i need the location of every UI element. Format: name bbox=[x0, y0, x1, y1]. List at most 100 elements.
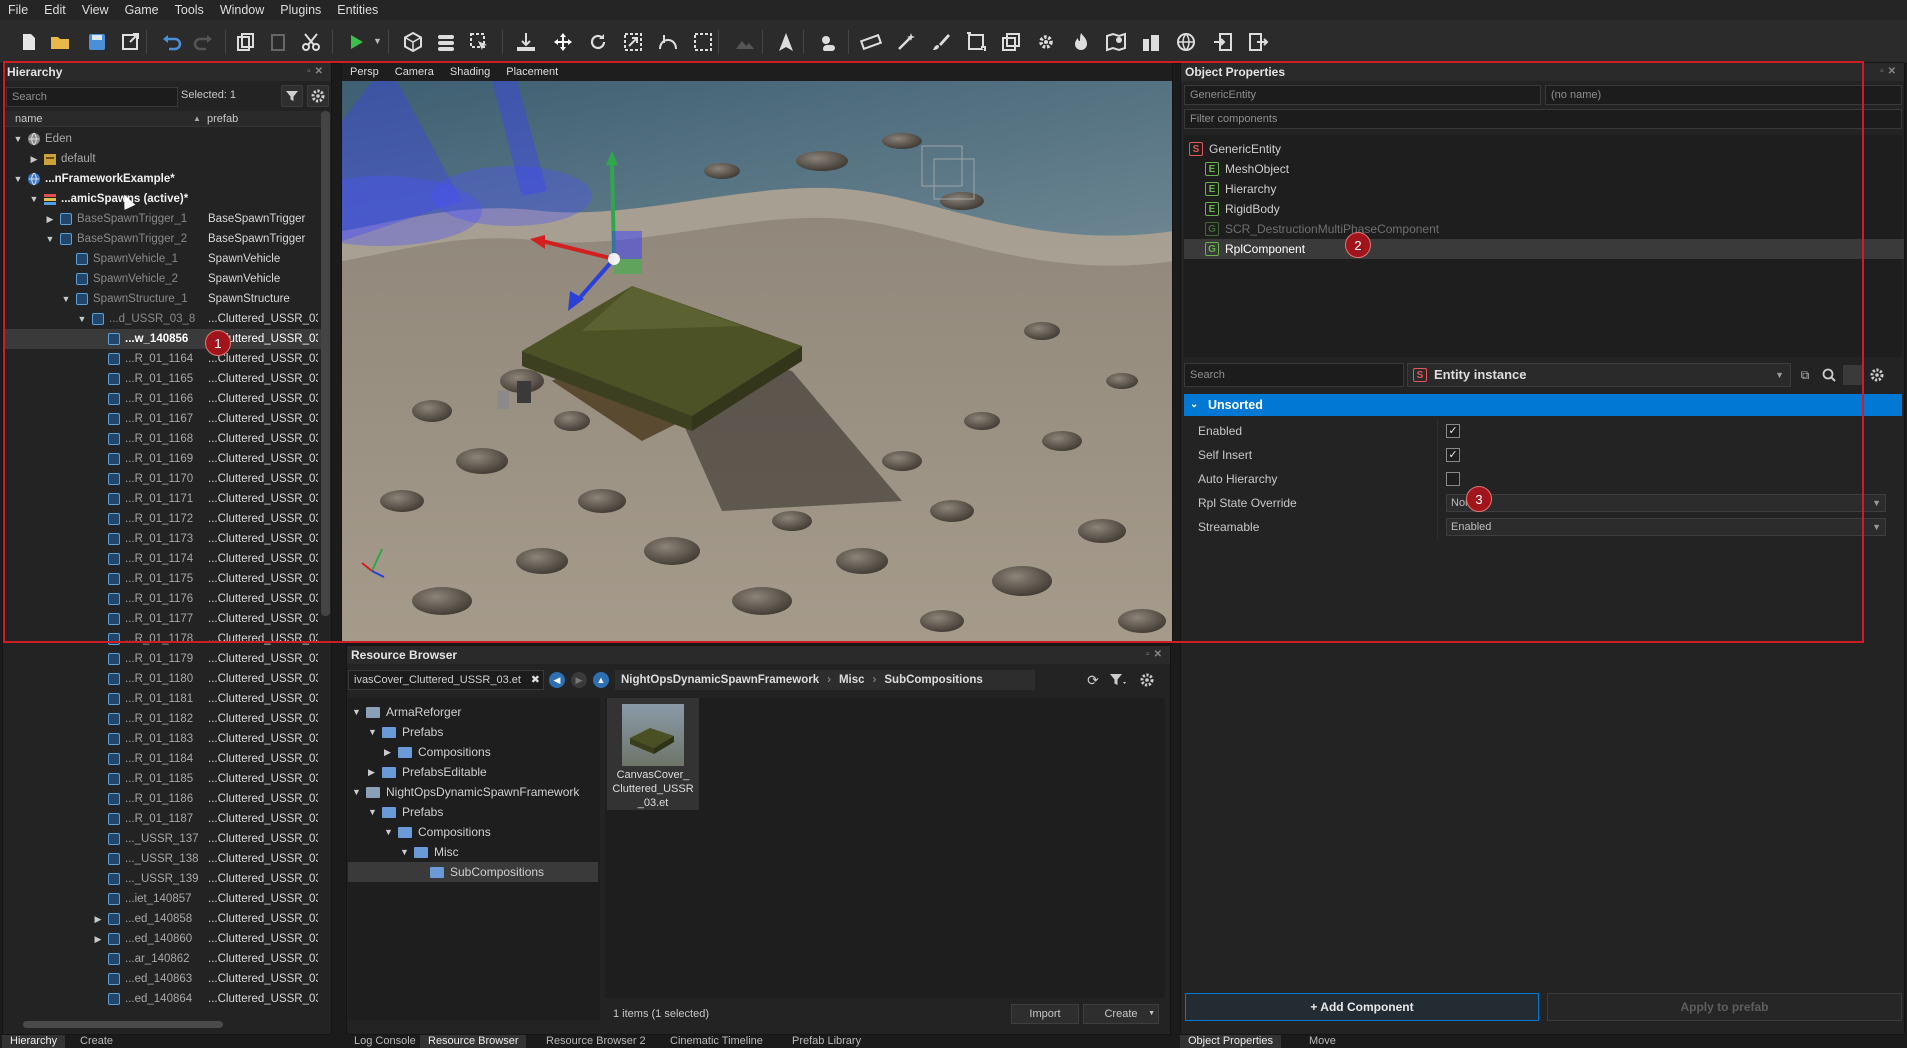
hierarchy-row[interactable]: ▼ ...nFrameworkExample* bbox=[3, 169, 321, 189]
hierarchy-row[interactable]: ...R_01_1183 ...Cluttered_USSR_03 bbox=[3, 729, 321, 749]
hierarchy-row[interactable]: ...iet_140857 ...Cluttered_USSR_03 bbox=[3, 889, 321, 909]
hierarchy-row[interactable]: ..._USSR_138 ...Cluttered_USSR_03 bbox=[3, 849, 321, 869]
menu-edit[interactable]: Edit bbox=[36, 3, 74, 17]
settings-gear-icon[interactable] bbox=[1137, 670, 1157, 690]
panel-window-buttons[interactable]: ▫✕ bbox=[1146, 646, 1166, 664]
hierarchy-row[interactable]: ..._USSR_137 ...Cluttered_USSR_03 bbox=[3, 829, 321, 849]
hierarchy-row[interactable]: ...R_01_1181 ...Cluttered_USSR_03 bbox=[3, 689, 321, 709]
menu-window[interactable]: Window bbox=[212, 3, 272, 17]
chevron-right-icon[interactable]: ▶ bbox=[29, 149, 39, 169]
prefab-icon[interactable] bbox=[998, 29, 1024, 55]
bottom-tab-log-console[interactable]: Log Console bbox=[346, 1035, 424, 1048]
properties-search-input[interactable]: Search bbox=[1184, 363, 1404, 387]
chevron-right-icon[interactable]: ▶ bbox=[45, 209, 55, 229]
folder-tree-item[interactable]: ▶ Compositions bbox=[348, 742, 598, 762]
hierarchy-search-input[interactable]: Search bbox=[6, 87, 178, 107]
unsorted-section-header[interactable]: ⌄ Unsorted bbox=[1184, 394, 1902, 416]
component-row[interactable]: G RplComponent bbox=[1184, 239, 1904, 259]
viewport-tab-camera[interactable]: Camera bbox=[387, 63, 442, 81]
chevron-down-icon[interactable]: ▼ bbox=[352, 782, 361, 802]
hierarchy-row[interactable]: SpawnVehicle_1 SpawnVehicle bbox=[3, 249, 321, 269]
chevron-right-icon[interactable]: ▶ bbox=[368, 762, 375, 782]
menu-entities[interactable]: Entities bbox=[329, 3, 386, 17]
hierarchy-row[interactable]: ...R_01_1166 ...Cluttered_USSR_03 bbox=[3, 389, 321, 409]
folder-tree-item[interactable]: ▼ NightOpsDynamicSpawnFramework bbox=[348, 782, 598, 802]
chevron-down-icon[interactable]: ▼ bbox=[77, 309, 87, 329]
chevron-down-icon[interactable]: ▼ bbox=[13, 129, 23, 149]
folder-tree-item[interactable]: SubCompositions bbox=[348, 862, 598, 882]
export-icon[interactable] bbox=[117, 29, 143, 55]
apply-to-prefab-button[interactable]: Apply to prefab bbox=[1547, 993, 1902, 1021]
import-icon[interactable] bbox=[1210, 29, 1236, 55]
filter-icon[interactable] bbox=[281, 85, 303, 107]
hierarchy-row[interactable]: ▼ Eden bbox=[3, 129, 321, 149]
component-row[interactable]: S GenericEntity bbox=[1184, 139, 1904, 159]
save-icon[interactable] bbox=[84, 29, 110, 55]
panel-window-buttons[interactable]: ▫✕ bbox=[1880, 63, 1900, 81]
bottom-tab-resource-browser[interactable]: Resource Browser bbox=[420, 1035, 527, 1048]
panel-window-buttons[interactable]: ▫✕ bbox=[307, 63, 327, 81]
fire-icon[interactable] bbox=[1068, 29, 1094, 55]
hierarchy-row[interactable]: ▶ default bbox=[3, 149, 321, 169]
hierarchy-row[interactable]: ...R_01_1165 ...Cluttered_USSR_03 bbox=[3, 369, 321, 389]
hierarchy-row[interactable]: ▶ ...ed_140858 ...Cluttered_USSR_03 bbox=[3, 909, 321, 929]
menu-view[interactable]: View bbox=[74, 3, 117, 17]
property-checkbox[interactable] bbox=[1446, 472, 1460, 486]
measure-icon[interactable] bbox=[858, 29, 884, 55]
import-button[interactable]: Import bbox=[1011, 1004, 1079, 1024]
entity-instance-select[interactable]: S Entity instance ▼ bbox=[1407, 363, 1791, 387]
settings-gear-icon[interactable] bbox=[307, 85, 329, 107]
breadcrumb-item[interactable]: Misc bbox=[833, 674, 871, 686]
hierarchy-row[interactable]: ...R_01_1179 ...Cluttered_USSR_03 bbox=[3, 649, 321, 669]
filter-icon[interactable] bbox=[1107, 670, 1131, 690]
menu-game[interactable]: Game bbox=[117, 3, 167, 17]
hierarchy-row[interactable]: ...R_01_1187 ...Cluttered_USSR_03 bbox=[3, 809, 321, 829]
hierarchy-row[interactable]: ...ar_140862 ...Cluttered_USSR_03 bbox=[3, 949, 321, 969]
hierarchy-row[interactable]: ...R_01_1175 ...Cluttered_USSR_03 bbox=[3, 569, 321, 589]
chevron-down-icon[interactable]: ▼ bbox=[13, 169, 23, 189]
hierarchy-row[interactable]: ...R_01_1182 ...Cluttered_USSR_03 bbox=[3, 709, 321, 729]
bottom-tab-resource-browser-2[interactable]: Resource Browser 2 bbox=[538, 1035, 654, 1048]
scale-icon[interactable] bbox=[620, 29, 646, 55]
viewport-tab-shading[interactable]: Shading bbox=[442, 63, 498, 81]
viewport-3d-scene[interactable] bbox=[342, 81, 1172, 643]
hierarchy-row[interactable]: ▼ ...d_USSR_03_8 ...Cluttered_USSR_03 bbox=[3, 309, 321, 329]
search-icon[interactable] bbox=[1819, 365, 1839, 385]
column-name[interactable]: name bbox=[15, 111, 43, 127]
property-select[interactable]: None ▼ bbox=[1446, 494, 1886, 512]
cut-icon[interactable] bbox=[298, 29, 324, 55]
hierarchy-row[interactable]: ...R_01_1180 ...Cluttered_USSR_03 bbox=[3, 669, 321, 689]
forward-icon[interactable]: ▶ bbox=[571, 672, 587, 688]
navigate-icon[interactable] bbox=[773, 29, 799, 55]
component-row[interactable]: E Hierarchy bbox=[1184, 179, 1904, 199]
building-icon[interactable] bbox=[1138, 29, 1164, 55]
bottom-tab-cinematic-timeline[interactable]: Cinematic Timeline bbox=[662, 1035, 771, 1048]
marquee-icon[interactable] bbox=[690, 29, 716, 55]
bottom-tab-move[interactable]: Move bbox=[1301, 1035, 1344, 1048]
back-icon[interactable]: ◀ bbox=[549, 672, 565, 688]
component-row[interactable]: G SCR_DestructionMultiPhaseComponent bbox=[1184, 219, 1904, 239]
settings-icon[interactable] bbox=[1033, 29, 1059, 55]
hierarchy-row[interactable]: ▼ ...amicSpawns (active)* bbox=[3, 189, 321, 209]
exit-icon[interactable] bbox=[1245, 29, 1271, 55]
brush-icon[interactable] bbox=[928, 29, 954, 55]
copy-icon[interactable] bbox=[232, 29, 258, 55]
chevron-down-icon[interactable]: ▼ bbox=[45, 229, 55, 249]
hierarchy-row[interactable]: ...ed_140864 ...Cluttered_USSR_03 bbox=[3, 989, 321, 1009]
hierarchy-row[interactable]: ...R_01_1169 ...Cluttered_USSR_03 bbox=[3, 449, 321, 469]
chevron-right-icon[interactable]: ▶ bbox=[93, 929, 103, 949]
snap-ground-icon[interactable] bbox=[513, 29, 539, 55]
add-component-button[interactable]: + Add Component bbox=[1185, 993, 1539, 1021]
chevron-down-icon[interactable]: ▼ bbox=[61, 289, 71, 309]
refresh-icon[interactable]: ⟳ bbox=[1083, 670, 1103, 690]
folder-tree-item[interactable]: ▶ PrefabsEditable bbox=[348, 762, 598, 782]
hierarchy-row[interactable]: ...R_01_1185 ...Cluttered_USSR_03 bbox=[3, 769, 321, 789]
layout-toggle-icon[interactable] bbox=[1843, 365, 1863, 385]
bottom-tab-hierarchy[interactable]: Hierarchy bbox=[2, 1035, 66, 1048]
play-icon[interactable] bbox=[343, 29, 369, 55]
property-checkbox[interactable]: ✓ bbox=[1446, 424, 1460, 438]
hierarchy-row[interactable]: ...R_01_1178 ...Cluttered_USSR_03 bbox=[3, 629, 321, 649]
chevron-right-icon[interactable]: ▶ bbox=[93, 909, 103, 929]
globe-icon[interactable] bbox=[1173, 29, 1199, 55]
paste-icon[interactable] bbox=[265, 29, 291, 55]
